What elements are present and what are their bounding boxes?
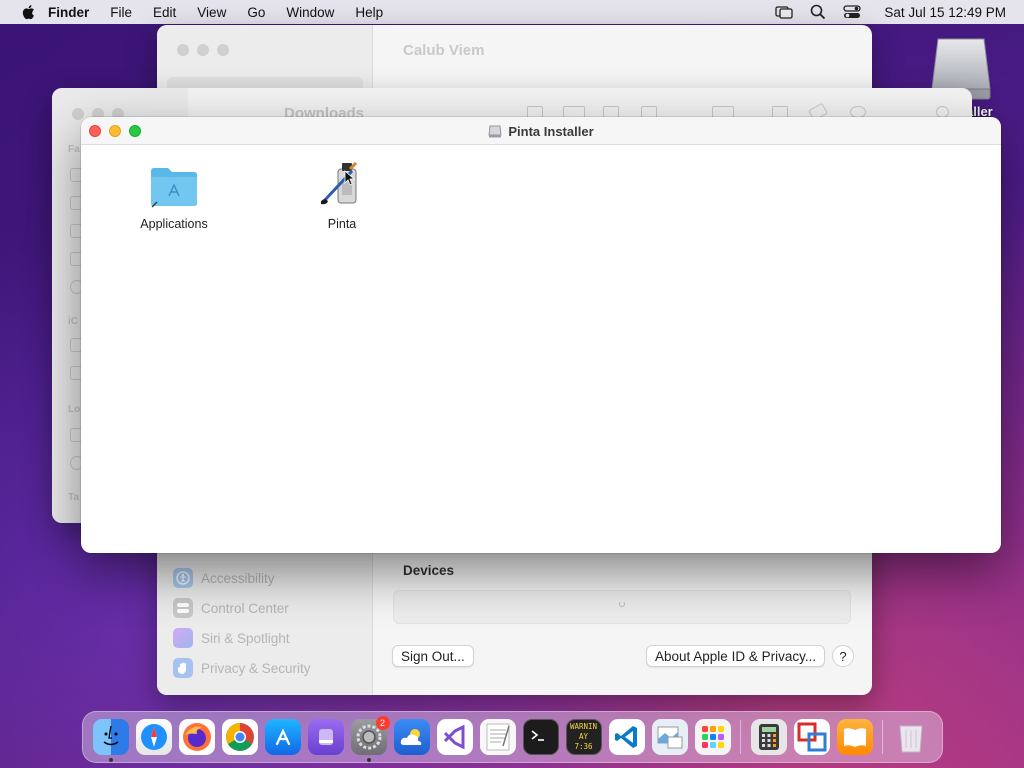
pinta-app-icon	[320, 161, 358, 205]
menu-bar: Finder File Edit View Go Window Help Sat…	[0, 0, 1024, 24]
menu-file[interactable]: File	[110, 5, 132, 20]
trash-icon[interactable]	[893, 719, 929, 755]
control-center-icon	[173, 598, 193, 618]
control-center-icon[interactable]	[842, 4, 862, 20]
app-store-icon[interactable]	[264, 719, 301, 755]
applications-folder-item[interactable]: Applications	[119, 161, 229, 231]
console-icon[interactable]: WARNIN AY 7:36	[565, 719, 602, 755]
launchpad-icon[interactable]	[694, 719, 731, 755]
sign-out-button[interactable]: Sign Out...	[392, 645, 474, 667]
vscode-icon[interactable]	[608, 719, 645, 755]
hand-icon	[173, 658, 193, 678]
visual-studio-icon[interactable]	[436, 719, 473, 755]
menu-window[interactable]: Window	[286, 5, 334, 20]
dock: 2 WARNIN AY 7:36	[82, 711, 943, 763]
safari-icon[interactable]	[135, 719, 172, 755]
podcast-icon[interactable]	[307, 719, 344, 755]
preview-icon[interactable]	[651, 719, 688, 755]
sidebar-item-label: Siri & Spotlight	[201, 630, 290, 646]
dock-separator	[882, 720, 883, 754]
sidebar-item-label: Privacy & Security	[201, 660, 311, 676]
menu-clock[interactable]: Sat Jul 15 12:49 PM	[884, 5, 1006, 20]
apple-menu-icon[interactable]	[20, 4, 36, 20]
dock-separator	[740, 720, 741, 754]
disk-image-icon	[488, 125, 502, 137]
installer-title: Pinta Installer	[81, 117, 1001, 145]
notification-badge: 2	[375, 716, 390, 730]
menu-app-name[interactable]: Finder	[48, 5, 89, 20]
finder-section-locations: Lo	[68, 404, 81, 415]
running-indicator	[108, 758, 113, 762]
help-button[interactable]: ?	[832, 645, 854, 667]
spotlight-search-icon[interactable]	[808, 4, 828, 20]
system-settings-icon[interactable]: 2	[350, 716, 390, 762]
settings-zoom-button[interactable]	[217, 44, 229, 56]
running-indicator	[366, 758, 371, 762]
console-text: WARNIN AY 7:36	[569, 722, 598, 751]
firefox-icon[interactable]	[178, 719, 215, 755]
textedit-icon[interactable]	[479, 719, 516, 755]
item-label: Applications	[140, 217, 208, 231]
menu-edit[interactable]: Edit	[153, 5, 176, 20]
loading-spinner-icon	[619, 601, 625, 607]
weather-icon[interactable]	[393, 719, 430, 755]
pinta-app-item[interactable]: Pinta	[287, 157, 397, 231]
finder-section-tags: Ta	[68, 492, 79, 503]
sidebar-item-label: Accessibility	[201, 570, 275, 586]
installer-title-text: Pinta Installer	[508, 123, 594, 139]
devices-list	[393, 590, 851, 624]
sidebar-item-control-center[interactable]: Control Center	[173, 598, 289, 618]
calculator-icon[interactable]	[750, 719, 787, 755]
accessibility-icon	[173, 568, 193, 588]
sidebar-item-privacy-security[interactable]: Privacy & Security	[173, 658, 311, 678]
settings-title: Calub Viem	[403, 42, 485, 59]
menu-view[interactable]: View	[197, 5, 226, 20]
terminal-icon[interactable]	[522, 719, 559, 755]
sidebar-item-siri-spotlight[interactable]: Siri & Spotlight	[173, 628, 290, 648]
pinta-installer-window[interactable]: Pinta Installer Applications Pinta	[81, 117, 1001, 553]
sidebar-item-accessibility[interactable]: Accessibility	[173, 568, 275, 588]
chrome-icon[interactable]	[221, 719, 258, 755]
siri-icon	[173, 628, 193, 648]
menu-help[interactable]: Help	[355, 5, 383, 20]
devices-heading: Devices	[403, 563, 455, 578]
applications-folder-icon	[151, 168, 197, 208]
books-icon[interactable]	[836, 719, 873, 755]
menu-go[interactable]: Go	[247, 5, 265, 20]
settings-minimize-button[interactable]	[197, 44, 209, 56]
about-apple-id-button[interactable]: About Apple ID & Privacy...	[646, 645, 826, 667]
finder-icon[interactable]	[92, 719, 129, 762]
item-label: Pinta	[327, 217, 357, 231]
parallels-icon[interactable]	[793, 719, 830, 755]
screen-mirroring-icon[interactable]	[774, 4, 794, 20]
settings-close-button[interactable]	[177, 44, 189, 56]
sidebar-item-label: Control Center	[201, 600, 289, 616]
finder-section-icloud: iC	[68, 316, 78, 327]
finder-section-favorites: Fa	[68, 144, 80, 155]
